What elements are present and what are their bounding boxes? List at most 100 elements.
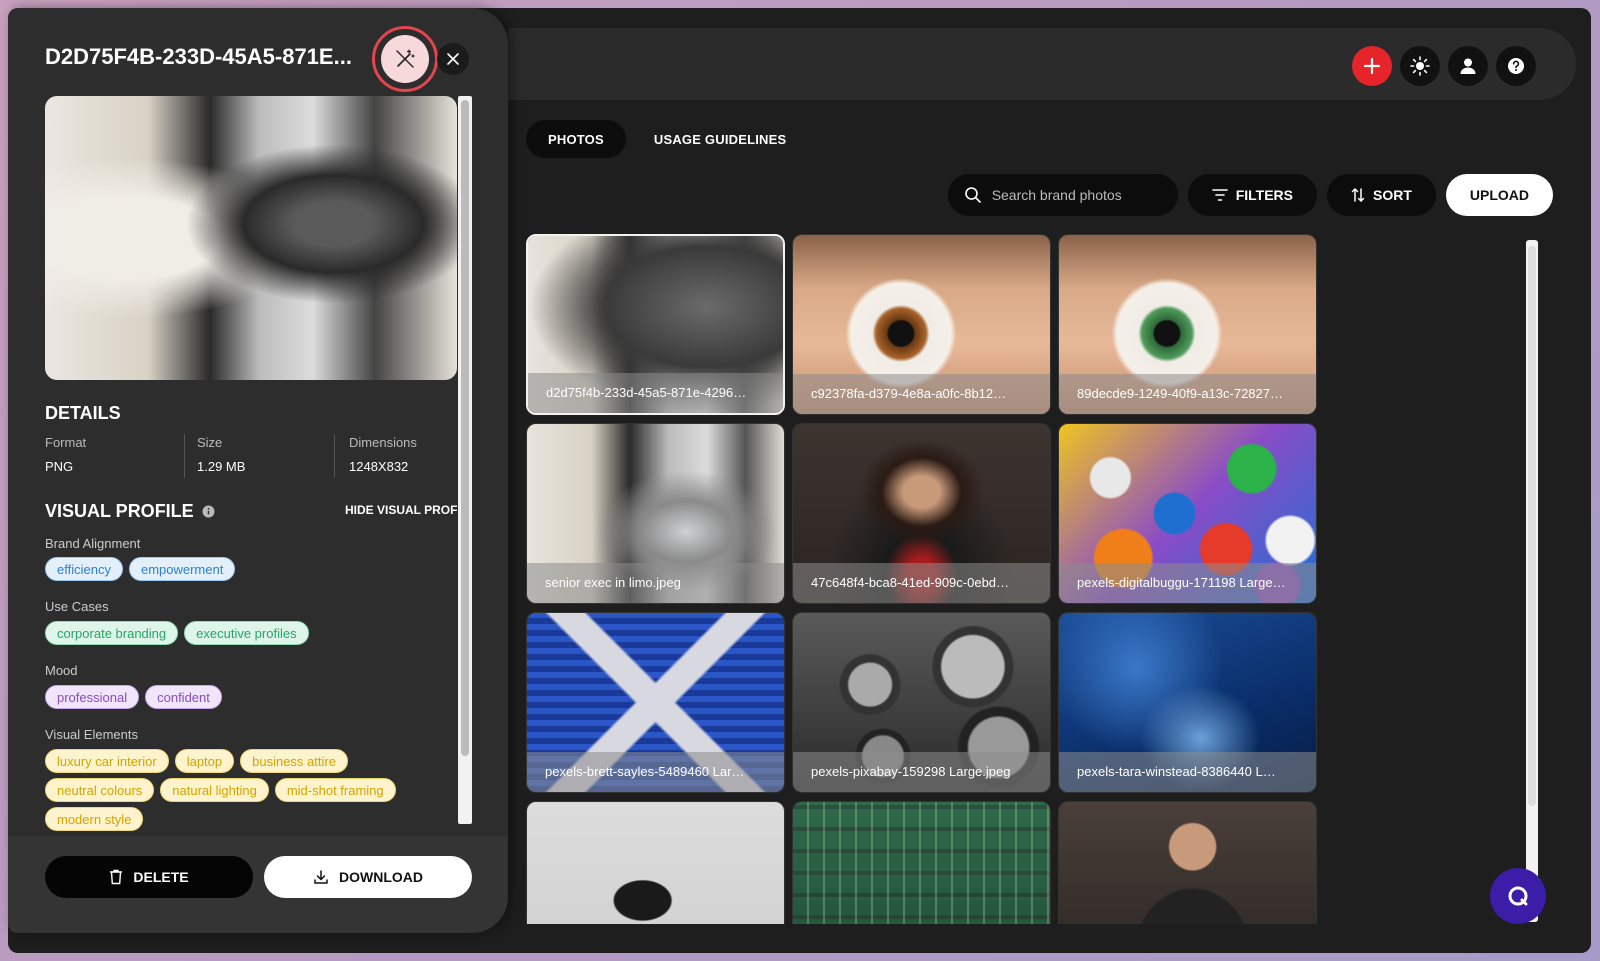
tab-usage-guidelines[interactable]: USAGE GUIDELINES [632, 120, 809, 158]
photo-card[interactable] [526, 801, 785, 924]
info-icon[interactable] [202, 505, 215, 518]
photo-caption: pexels-digitalbuggu-171198 Large… [1059, 563, 1316, 603]
ai-analyze-button[interactable] [372, 26, 438, 92]
detail-value: 1248X832 [349, 459, 409, 474]
detail-divider [334, 434, 335, 478]
grid-scrollbar[interactable] [1526, 240, 1538, 922]
photo-caption: d2d75f4b-233d-45a5-871e-4296… [528, 373, 783, 413]
tag[interactable]: business attire [240, 749, 348, 773]
question-icon [1508, 58, 1524, 74]
photo-card[interactable]: 89decde9-1249-40f9-a13c-72827… [1058, 234, 1317, 415]
delete-button[interactable]: DELETE [45, 856, 253, 898]
photo-card[interactable] [792, 801, 1051, 924]
hide-visual-profile-link[interactable]: HIDE VISUAL PROFILE [345, 503, 458, 517]
photo-caption: pexels-tara-winstead-8386440 L… [1059, 752, 1316, 792]
plus-icon [1363, 57, 1381, 75]
photo-caption: pexels-brett-sayles-5489460 Lar… [527, 752, 784, 792]
photo-thumbnail [793, 802, 1050, 924]
panel-footer: DELETE DOWNLOAD [8, 836, 508, 933]
close-panel-button[interactable] [437, 43, 469, 75]
sort-label: SORT [1372, 187, 1412, 203]
detail-divider [184, 434, 185, 478]
tag[interactable]: professional [45, 685, 140, 709]
tag[interactable]: corporate branding [45, 621, 179, 645]
tag[interactable]: neutral colours [45, 778, 155, 802]
download-button[interactable]: DOWNLOAD [264, 856, 472, 898]
use-cases-tags: corporate branding executive profiles [45, 621, 445, 645]
detail-label: Size [197, 435, 223, 450]
detail-value: 1.29 MB [197, 459, 246, 474]
photo-thumbnail [1059, 802, 1316, 924]
toolbar: FILTERS SORT UPLOAD [947, 174, 1553, 216]
photo-card[interactable]: pexels-tara-winstead-8386440 L… [1058, 612, 1317, 793]
sun-icon [1410, 56, 1430, 76]
photo-card[interactable]: c92378fa-d379-4e8a-a0fc-8b12… [792, 234, 1051, 415]
photo-preview [45, 96, 457, 380]
photo-card[interactable]: pexels-digitalbuggu-171198 Large… [1058, 423, 1317, 604]
detail-label: Format [45, 435, 87, 450]
panel-scrollbar-thumb[interactable] [461, 100, 469, 756]
add-button[interactable] [1352, 46, 1392, 86]
download-icon [314, 870, 328, 884]
photo-card[interactable]: d2d75f4b-233d-45a5-871e-4296… [526, 234, 785, 415]
photo-caption: c92378fa-d379-4e8a-a0fc-8b12… [793, 374, 1050, 414]
magic-wand-icon [396, 49, 415, 68]
group-label-visual-elements: Visual Elements [45, 727, 138, 742]
top-bar [508, 28, 1576, 100]
photo-caption: senior exec in limo.jpeg [527, 563, 784, 603]
top-actions [1352, 46, 1536, 86]
group-label-use-cases: Use Cases [45, 599, 109, 614]
search-input[interactable] [991, 187, 1152, 203]
tag[interactable]: luxury car interior [45, 749, 169, 773]
grid-scrollbar-thumb[interactable] [1528, 246, 1536, 806]
close-icon [447, 53, 459, 65]
photo-caption: 89decde9-1249-40f9-a13c-72827… [1059, 374, 1316, 414]
group-label-mood: Mood [45, 663, 78, 678]
tag[interactable]: natural lighting [160, 778, 269, 802]
visual-elements-tags: luxury car interior laptop business atti… [45, 749, 445, 831]
detail-format: Format PNG [45, 435, 86, 474]
tag[interactable]: modern style [45, 807, 144, 831]
detail-label: Dimensions [349, 435, 417, 450]
filters-button[interactable]: FILTERS [1187, 174, 1317, 216]
group-label-brand-alignment: Brand Alignment [45, 536, 141, 551]
photo-card[interactable]: pexels-pixabay-159298 Large.jpeg [792, 612, 1051, 793]
tag[interactable]: confident [145, 685, 222, 709]
photo-card[interactable] [1058, 801, 1317, 924]
theme-toggle-button[interactable] [1400, 46, 1440, 86]
photo-caption: pexels-pixabay-159298 Large.jpeg [793, 752, 1050, 792]
tag[interactable]: laptop [174, 749, 235, 773]
photo-card[interactable]: pexels-brett-sayles-5489460 Lar… [526, 612, 785, 793]
tag[interactable]: efficiency [45, 557, 123, 581]
search-icon [964, 187, 981, 203]
visual-profile-header: VISUAL PROFILE [45, 501, 215, 522]
account-button[interactable] [1448, 46, 1488, 86]
photo-caption: 47c648f4-bca8-41ed-909c-0ebd… [793, 563, 1050, 603]
photo-card[interactable]: 47c648f4-bca8-41ed-909c-0ebd… [792, 423, 1051, 604]
photo-grid: d2d75f4b-233d-45a5-871e-4296… c92378fa-d… [526, 234, 1326, 924]
detail-value: PNG [45, 459, 74, 474]
help-button[interactable] [1496, 46, 1536, 86]
sort-icon [1351, 187, 1365, 203]
panel-scrollbar[interactable] [458, 96, 472, 824]
visual-profile-heading: VISUAL PROFILE [45, 501, 194, 521]
brand-alignment-tags: efficiency empowerment [45, 557, 445, 581]
photo-detail-panel: D2D75F4B-233D-45A5-871E... DETAILS Forma… [8, 8, 508, 933]
tag[interactable]: mid-shot framing [274, 778, 396, 802]
mood-tags: professional confident [45, 685, 445, 709]
search-box[interactable] [947, 174, 1178, 216]
chat-icon [1508, 886, 1528, 906]
upload-button[interactable]: UPLOAD [1445, 174, 1553, 216]
tag[interactable]: executive profiles [184, 621, 309, 645]
panel-title: D2D75F4B-233D-45A5-871E... [45, 44, 352, 69]
tab-bar: PHOTOS USAGE GUIDELINES [526, 120, 808, 158]
photo-thumbnail [527, 802, 784, 924]
filter-icon [1211, 189, 1228, 201]
tag[interactable]: empowerment [128, 557, 236, 581]
tab-photos[interactable]: PHOTOS [526, 120, 626, 158]
sort-button[interactable]: SORT [1326, 174, 1436, 216]
detail-size: Size 1.29 MB [197, 435, 245, 474]
download-label: DOWNLOAD [339, 869, 423, 885]
assistant-button[interactable] [1490, 868, 1546, 924]
photo-card[interactable]: senior exec in limo.jpeg [526, 423, 785, 604]
